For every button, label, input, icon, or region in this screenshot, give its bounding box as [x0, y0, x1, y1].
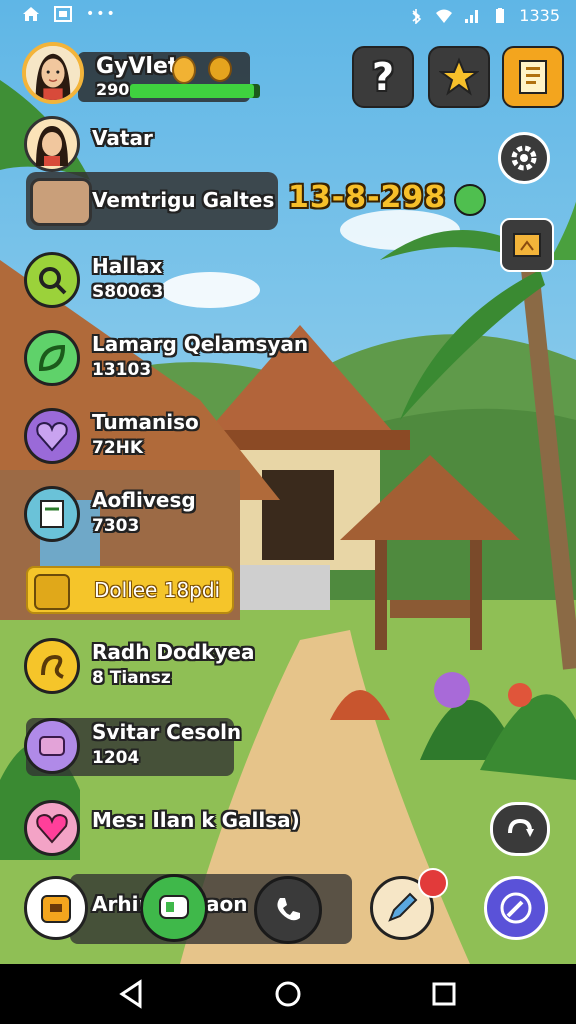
battery-icon — [496, 7, 505, 23]
chat-icon — [159, 895, 189, 919]
xp-progress-bar — [130, 84, 260, 98]
heart-purple-icon — [24, 408, 80, 464]
compass-button[interactable] — [484, 876, 548, 940]
favorite-button[interactable] — [428, 46, 490, 108]
more-notifications-icon: ••• — [86, 6, 117, 22]
home-nav-icon[interactable] — [272, 978, 304, 1010]
inventory-button[interactable] — [24, 876, 88, 940]
star-icon — [439, 57, 479, 96]
refresh-icon — [508, 818, 534, 837]
player-portrait-icon — [26, 46, 80, 100]
signal-icon — [465, 9, 479, 23]
tumaniso-value: 72HK — [92, 438, 144, 458]
help-button[interactable]: ? — [352, 46, 414, 108]
leaf-arrow-icon — [24, 330, 80, 386]
player-xp-value: 290 — [96, 80, 130, 99]
radh-label: Radh Dodkyea — [92, 640, 255, 664]
dollee-banner[interactable]: Dollee 18pdi — [26, 566, 234, 614]
question-icon: ? — [371, 55, 395, 99]
tumaniso-label: Tumaniso — [92, 410, 199, 434]
svitar-value: 1204 — [92, 748, 140, 768]
radh-value: 8 Tiansz — [92, 668, 171, 688]
document-icon — [24, 486, 80, 542]
back-icon[interactable] — [116, 978, 148, 1010]
player-avatar[interactable] — [22, 42, 84, 104]
hallax-value: S80063 — [92, 282, 164, 302]
gear-icon — [511, 145, 537, 171]
chat-button[interactable] — [140, 874, 208, 942]
quest-book-button[interactable] — [502, 46, 564, 108]
chest-icon — [30, 178, 92, 226]
lamarg-label: Lamarg Qelamsyan — [92, 332, 309, 356]
home-icon — [23, 7, 39, 21]
map-button[interactable] — [500, 218, 554, 272]
status-time: 1335 — [519, 6, 560, 25]
phone-button[interactable] — [254, 876, 322, 944]
compass-icon — [500, 892, 532, 924]
dollee-label: Dollee 18pdi — [94, 578, 221, 602]
notification-badge-icon — [418, 868, 448, 898]
settings-button[interactable] — [498, 132, 550, 184]
bottom-label-2: aon — [206, 892, 248, 916]
hallax-label: Hallax — [92, 254, 163, 278]
mes-label: Mes: Ilan k Gallsa) — [92, 808, 300, 832]
title-banner-label: Vemtrigu Galtes — [92, 188, 275, 212]
search-magnifier-icon — [24, 252, 80, 308]
add-day-icon[interactable] — [454, 184, 486, 216]
status-bar: ••• 1335 — [0, 0, 576, 34]
bronze-coin-icon — [208, 56, 232, 82]
lamarg-value: 13103 — [92, 360, 152, 380]
aoflivesg-value: 7303 — [92, 516, 140, 536]
map-icon — [513, 233, 541, 257]
heart-pink-icon — [24, 800, 80, 856]
sync-button[interactable] — [490, 802, 550, 856]
rope-knot-icon — [24, 638, 80, 694]
system-nav-bar — [0, 964, 576, 1024]
scroll-purple-icon — [24, 718, 80, 774]
screenshot-icon — [54, 6, 72, 22]
pencil-tool-icon — [388, 892, 418, 922]
gold-coin-icon — [172, 56, 196, 84]
svitar-label: Svitar Cesoln — [92, 720, 242, 744]
player-name: GyVlet — [96, 54, 179, 79]
scroll-icon — [34, 574, 70, 610]
recents-icon[interactable] — [428, 978, 460, 1010]
bluetooth-icon — [412, 8, 422, 24]
backpack-icon — [41, 895, 71, 923]
wifi-icon — [436, 9, 453, 23]
title-banner[interactable]: Vemtrigu Galtes — [26, 172, 278, 230]
date-display: 13-8-298 — [288, 180, 447, 215]
aoflivesg-label: Aoflivesg — [92, 488, 196, 512]
quest-book-icon — [519, 60, 547, 94]
vatar-label: Vatar — [92, 126, 153, 150]
vatar-avatar-icon — [24, 116, 80, 172]
phone-icon — [277, 898, 300, 921]
xp-progress-fill — [130, 84, 254, 98]
